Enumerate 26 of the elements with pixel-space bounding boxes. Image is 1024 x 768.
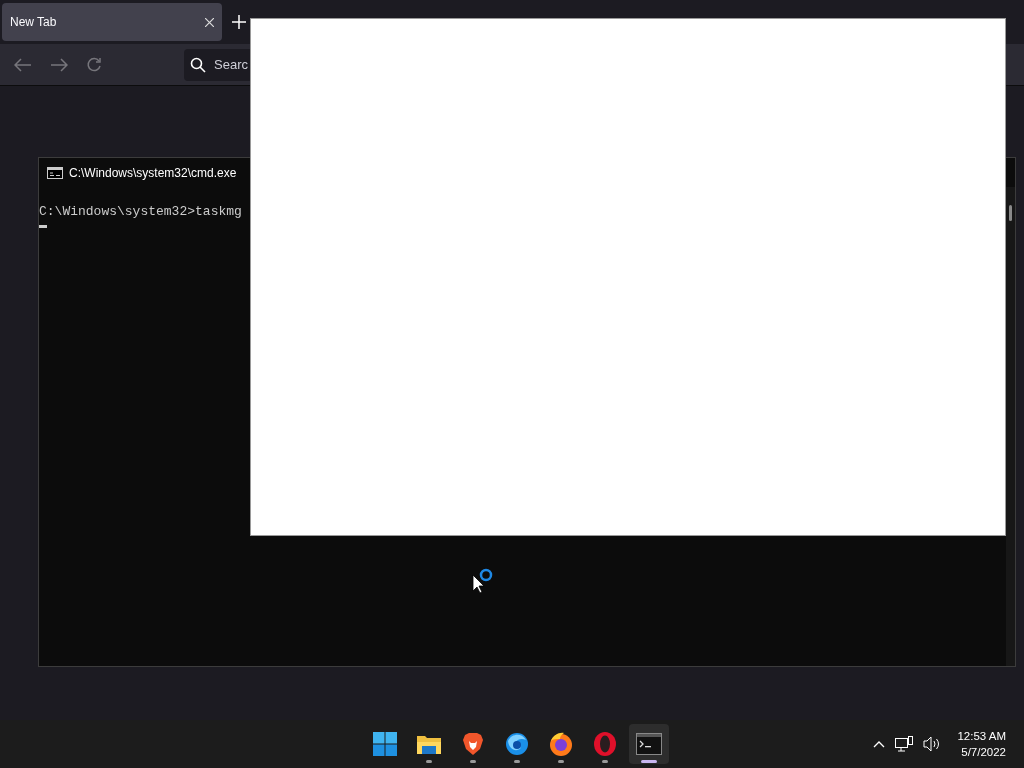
speaker-icon[interactable] — [923, 736, 942, 752]
close-icon[interactable] — [205, 17, 214, 27]
taskbar-app-button[interactable] — [628, 724, 669, 764]
clock-time[interactable]: 12:53 AM — [957, 728, 1006, 744]
terminal-icon — [635, 733, 662, 755]
search-field[interactable]: Searc — [184, 48, 250, 81]
forward-icon[interactable] — [50, 57, 68, 72]
browser-tab[interactable]: New Tab — [2, 3, 222, 41]
console-app-icon — [47, 166, 63, 179]
console-line: C:\Windows\system32>taskmg — [39, 203, 243, 221]
reload-icon[interactable] — [86, 56, 102, 73]
clock-date[interactable]: 5/7/2022 — [961, 744, 1006, 760]
network-icon[interactable] — [895, 736, 914, 752]
scrollbar[interactable] — [1006, 187, 1015, 666]
windows-logo-icon — [372, 732, 397, 756]
new-tab-icon[interactable] — [232, 15, 246, 29]
ring-icon — [591, 731, 618, 757]
chevron-up-icon[interactable] — [873, 740, 886, 748]
fox-globe-icon — [547, 731, 574, 757]
text-cursor — [39, 225, 47, 228]
folder-icon — [415, 733, 442, 755]
back-icon[interactable] — [14, 57, 32, 72]
search-icon — [190, 56, 206, 73]
lion-shield-icon — [461, 732, 484, 756]
window-title: C:\Windows\system32\cmd.exe — [69, 165, 237, 180]
bird-globe-icon — [503, 731, 530, 757]
